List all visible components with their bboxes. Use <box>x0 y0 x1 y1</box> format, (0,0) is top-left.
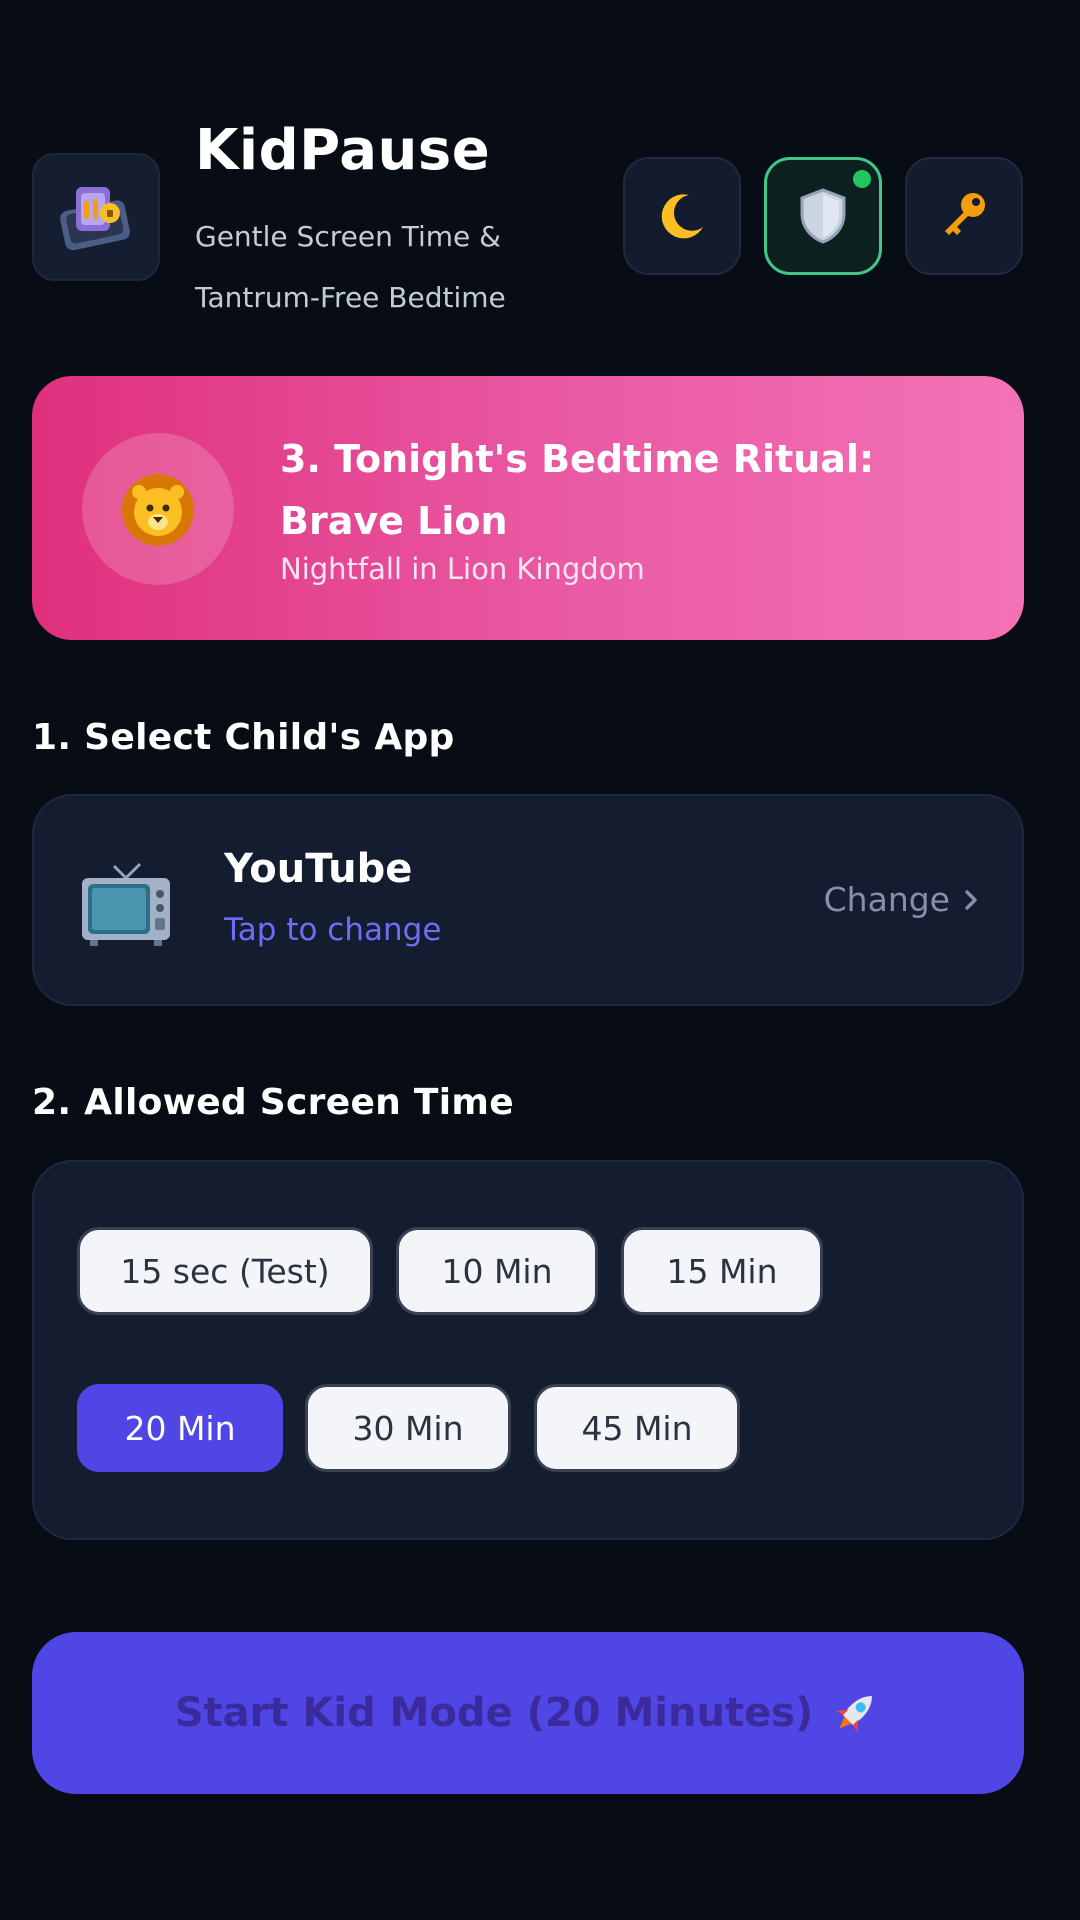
start-kid-mode-label: Start Kid Mode (20 Minutes) <box>174 1690 814 1736</box>
key-icon <box>945 193 985 235</box>
app-tagline: Gentle Screen Time & Tantrum-Free Bedtim… <box>195 220 506 314</box>
chevron-right-icon <box>965 889 977 910</box>
change-app-link[interactable]: Change <box>824 880 978 919</box>
tv-icon <box>82 862 170 946</box>
ritual-avatar <box>82 433 234 585</box>
screen-time-heading: 2. Allowed Screen Time <box>32 1082 514 1123</box>
start-kid-mode-button[interactable]: Start Kid Mode (20 Minutes) <box>32 1632 1024 1794</box>
app-logo <box>32 153 160 281</box>
shield-icon <box>800 188 846 244</box>
selected-app-name: YouTube <box>224 846 413 892</box>
change-app-label: Change <box>823 880 950 919</box>
app-title: KidPause <box>195 118 491 183</box>
time-option-30-min[interactable]: 30 Min <box>305 1384 511 1472</box>
ritual-title: 3. Tonight's Bedtime Ritual: Brave Lion <box>280 437 875 543</box>
bedtime-ritual-banner[interactable]: 3. Tonight's Bedtime Ritual: Brave Lion … <box>32 376 1024 640</box>
phone-lock-icon <box>60 187 130 251</box>
bedtime-mode-button[interactable] <box>623 157 741 275</box>
selected-app-card[interactable]: YouTube Tap to change Change <box>32 794 1024 1006</box>
lion-icon <box>122 474 194 546</box>
protection-status-button[interactable] <box>764 157 882 275</box>
screen-time-options-card: 15 sec (Test) 10 Min 15 Min 20 Min 30 Mi… <box>32 1160 1024 1540</box>
time-option-20-min[interactable]: 20 Min <box>77 1384 283 1472</box>
time-option-10-min[interactable]: 10 Min <box>396 1227 598 1315</box>
tap-to-change-hint: Tap to change <box>224 912 442 948</box>
time-option-15-sec[interactable]: 15 sec (Test) <box>77 1227 373 1315</box>
status-indicator-dot <box>853 170 871 188</box>
kidpause-home-screen: KidPause Gentle Screen Time & Tantrum-Fr… <box>0 0 1080 1920</box>
time-option-15-min[interactable]: 15 Min <box>621 1227 823 1315</box>
time-option-45-min[interactable]: 45 Min <box>534 1384 740 1472</box>
moon-icon <box>661 194 703 239</box>
parent-lock-button[interactable] <box>905 157 1023 275</box>
rocket-icon <box>836 1696 873 1733</box>
select-app-heading: 1. Select Child's App <box>32 717 455 758</box>
ritual-subtitle: Nightfall in Lion Kingdom <box>280 552 645 586</box>
